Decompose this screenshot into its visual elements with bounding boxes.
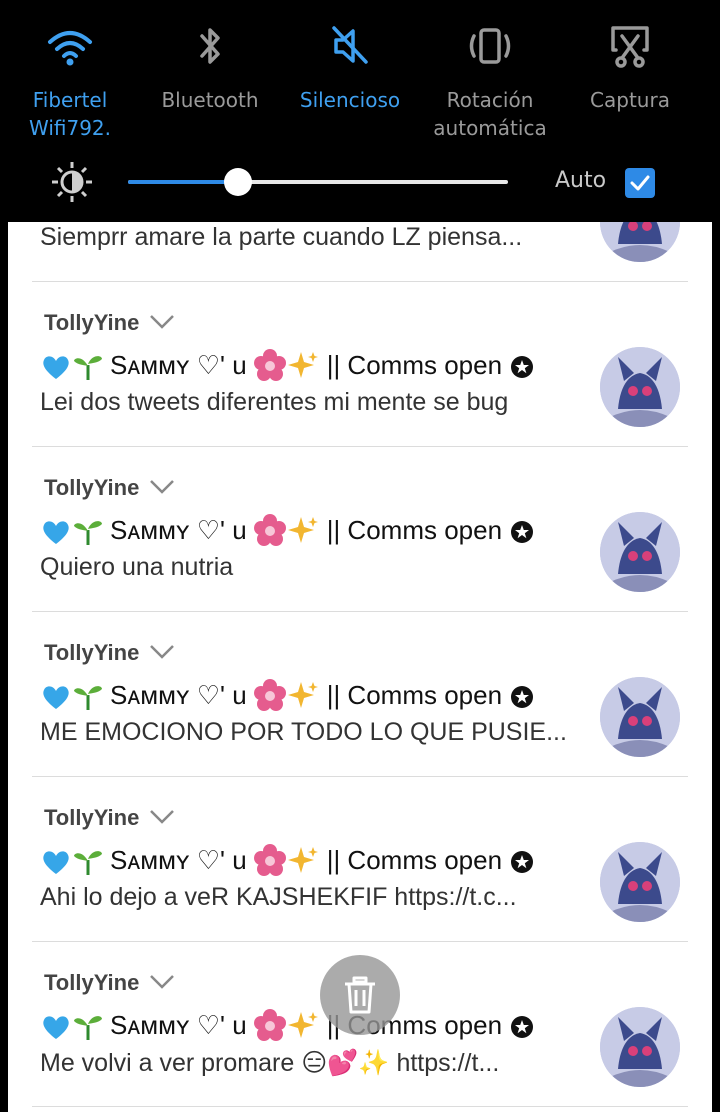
notification-app-name: TollyYine xyxy=(44,640,140,665)
tile-label-line: Wifi792. xyxy=(28,116,112,140)
mute-icon xyxy=(320,16,380,76)
sender-name: Sᴀᴍᴍʏ ♡' u xyxy=(110,514,247,545)
tile-label: Bluetooth xyxy=(140,86,280,114)
flower-icon xyxy=(253,678,287,712)
tile-wifi[interactable]: Fibertel Wifi792. xyxy=(0,0,140,150)
tile-bluetooth[interactable]: Bluetooth xyxy=(140,0,280,150)
notification-app-name: TollyYine xyxy=(44,475,140,500)
auto-brightness-label: Auto xyxy=(555,168,607,193)
notification-item[interactable]: TollyYine Sᴀᴍᴍʏ ♡' u || Comms open Ahi lo d… xyxy=(32,777,688,942)
blue-heart-icon xyxy=(40,845,72,876)
notification-item[interactable]: TollyYineSᴀᴍᴍʏ ♡' u|| Comms openSiemprr … xyxy=(32,222,688,282)
tile-label-line: Silencioso xyxy=(299,88,401,112)
blue-heart-icon xyxy=(40,1010,72,1041)
rotation-icon xyxy=(460,16,520,76)
seedling-icon xyxy=(72,349,104,381)
notification-item[interactable]: TollyYine Sᴀᴍᴍʏ ♡' u || Comms open Lei dos … xyxy=(32,282,688,447)
notification-message: Siemprr amare la parte cuando LZ piensa.… xyxy=(40,223,523,251)
sparkles-icon xyxy=(287,844,319,877)
notification-app-name: TollyYine xyxy=(44,310,140,335)
seedling-icon xyxy=(72,514,104,546)
tile-label-line: Bluetooth xyxy=(161,88,259,112)
trash-icon xyxy=(345,976,375,1014)
brightness-slider[interactable] xyxy=(128,168,508,196)
sender-suffix: || Comms open xyxy=(326,514,503,545)
notification-message: Lei dos tweets diferentes mi mente se bu… xyxy=(40,388,509,416)
clear-notifications-button[interactable] xyxy=(320,955,400,1035)
chevron-down-icon[interactable] xyxy=(148,973,176,991)
tile-label-line: Rotación xyxy=(446,88,534,112)
sparkles-icon xyxy=(287,679,319,712)
notification-sender: Sᴀᴍᴍʏ ♡' u || Comms open xyxy=(40,1008,534,1042)
quick-settings-panel: Fibertel Wifi792. Bluetooth Silencioso Rotac… xyxy=(0,0,720,222)
avatar xyxy=(600,347,680,427)
sender-suffix: || Comms open xyxy=(326,349,503,380)
notification-app-name: TollyYine xyxy=(44,805,140,830)
tile-label-line: Captura xyxy=(590,88,670,112)
star-badge-icon xyxy=(510,680,534,711)
blue-heart-icon xyxy=(40,515,72,546)
checkmark-icon xyxy=(630,175,650,191)
tile-label: Captura xyxy=(560,86,700,114)
chevron-down-icon[interactable] xyxy=(148,808,176,826)
avatar xyxy=(600,1007,680,1087)
seedling-icon xyxy=(72,679,104,711)
notification-message: Me volvi a ver promare 😑💕✨ https://t... xyxy=(40,1049,500,1077)
tile-silent[interactable]: Silencioso xyxy=(280,0,420,150)
flower-icon xyxy=(253,843,287,877)
tile-rotation[interactable]: Rotación automática xyxy=(420,0,560,150)
tile-label: Fibertel Wifi792. xyxy=(0,86,140,142)
notification-message: Ahi lo dejo a veR KAJSHEKFIF https://t.c… xyxy=(40,883,517,911)
sender-name: Sᴀᴍᴍʏ ♡' u xyxy=(110,679,247,710)
notification-message: Quiero una nutria xyxy=(40,553,234,581)
notification-message: ME EMOCIONO POR TODO LO QUE PUSIE... xyxy=(40,718,567,746)
seedling-icon xyxy=(72,1009,104,1041)
blue-heart-icon xyxy=(40,350,72,381)
sender-name: Sᴀᴍᴍʏ ♡' u xyxy=(110,1009,247,1040)
chevron-down-icon[interactable] xyxy=(148,313,176,331)
star-badge-icon xyxy=(510,845,534,876)
flower-icon xyxy=(253,348,287,382)
tile-label: Silencioso xyxy=(280,86,420,114)
star-badge-icon xyxy=(510,1010,534,1041)
bluetooth-icon xyxy=(180,16,240,76)
chevron-down-icon[interactable] xyxy=(148,643,176,661)
screenshot-icon xyxy=(600,16,660,76)
notification-sender: Sᴀᴍᴍʏ ♡' u || Comms open xyxy=(40,348,534,382)
tile-label-line: automática xyxy=(433,116,547,140)
sender-suffix: || Comms open xyxy=(326,679,503,710)
star-badge-icon xyxy=(510,515,534,546)
notification-app-name: TollyYine xyxy=(44,970,140,995)
avatar xyxy=(600,222,680,262)
sparkles-icon xyxy=(287,1009,319,1042)
sender-name: Sᴀᴍᴍʏ ♡' u xyxy=(110,844,247,875)
sender-suffix: || Comms open xyxy=(326,844,503,875)
avatar xyxy=(600,842,680,922)
flower-icon xyxy=(253,513,287,547)
blue-heart-icon xyxy=(40,680,72,711)
slider-thumb[interactable] xyxy=(224,168,253,196)
sender-name: Sᴀᴍᴍʏ ♡' u xyxy=(110,349,247,380)
star-badge-icon xyxy=(510,350,534,381)
sparkles-icon xyxy=(287,349,319,382)
notification-sender: Sᴀᴍᴍʏ ♡' u || Comms open xyxy=(40,678,534,712)
avatar xyxy=(600,512,680,592)
sparkles-icon xyxy=(287,514,319,547)
chevron-down-icon[interactable] xyxy=(148,478,176,496)
flower-icon xyxy=(253,1008,287,1042)
brightness-icon xyxy=(52,162,92,202)
auto-brightness-checkbox[interactable] xyxy=(625,168,655,198)
tile-label-line: Fibertel xyxy=(32,88,108,112)
notification-sender: Sᴀᴍᴍʏ ♡' u || Comms open xyxy=(40,513,534,547)
tile-screenshot[interactable]: Captura xyxy=(560,0,700,150)
notification-item[interactable]: TollyYine Sᴀᴍᴍʏ ♡' u || Comms open ME EMOCI… xyxy=(32,612,688,777)
notification-item[interactable]: TollyYine Sᴀᴍᴍʏ ♡' u || Comms open Quiero u… xyxy=(32,447,688,612)
seedling-icon xyxy=(72,844,104,876)
wifi-icon xyxy=(40,16,100,76)
avatar xyxy=(600,677,680,757)
notification-sender: Sᴀᴍᴍʏ ♡' u || Comms open xyxy=(40,843,534,877)
slider-fill xyxy=(128,180,239,184)
tile-label: Rotación automática xyxy=(420,86,560,142)
